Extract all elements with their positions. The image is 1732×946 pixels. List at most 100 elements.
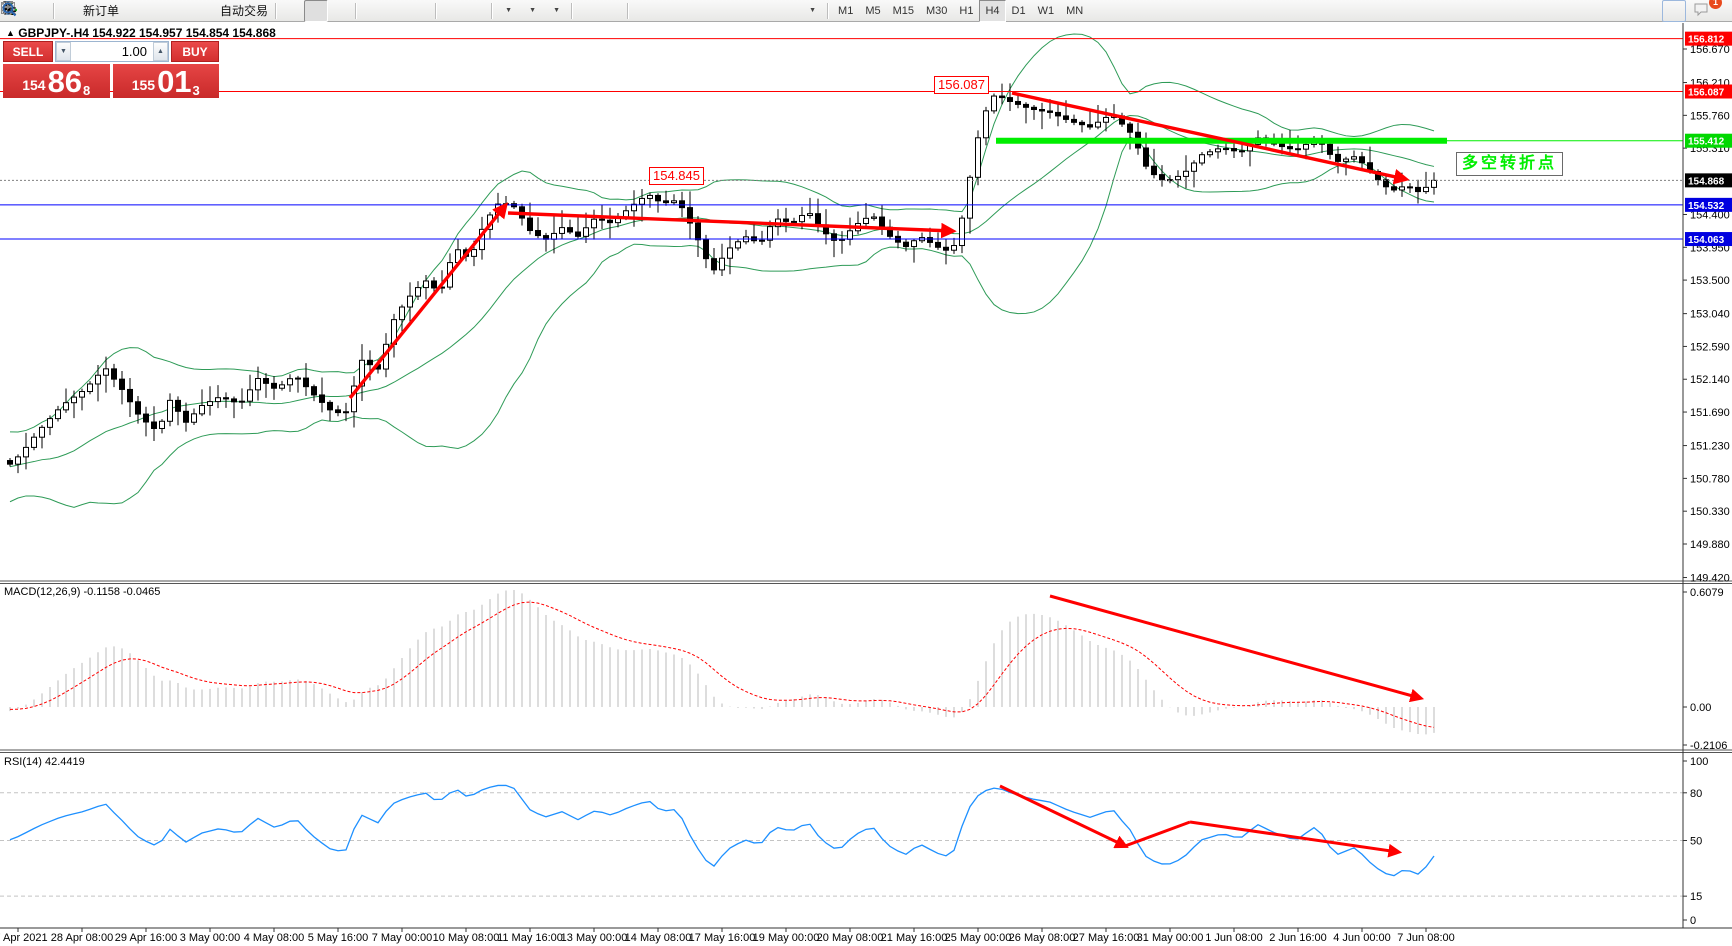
rsi-tick-label: 0 <box>1690 915 1696 927</box>
new-order-label[interactable]: 新订单 <box>83 2 119 19</box>
timeframe-W1[interactable]: W1 <box>1032 0 1061 22</box>
timeframe-M30[interactable]: M30 <box>920 0 953 22</box>
cursor-icon[interactable] <box>576 0 600 22</box>
new-indicator-icon[interactable]: ▼ <box>496 0 520 22</box>
bar-chart-icon[interactable] <box>280 0 304 22</box>
candle-body <box>1192 163 1197 171</box>
collapse-marker-icon[interactable]: ▲ <box>6 28 15 38</box>
periods-icon[interactable]: ▼ <box>520 0 544 22</box>
rsi-arrow[interactable] <box>1000 786 1125 846</box>
candle-body <box>1184 171 1189 176</box>
time-tick-label[interactable]: 19 May 00:00 <box>753 932 820 944</box>
timeframe-M1[interactable]: M1 <box>832 0 859 22</box>
text-label-icon[interactable]: T <box>776 0 800 22</box>
fibonacci-icon[interactable]: F <box>728 0 752 22</box>
time-tick-label[interactable]: 7 May 00:00 <box>372 932 433 944</box>
notifications-icon[interactable]: 1 <box>1692 0 1716 22</box>
candle-body <box>992 96 997 111</box>
sell-price[interactable]: 154868 <box>3 64 110 98</box>
candle-body <box>1392 187 1397 190</box>
time-tick-label[interactable]: 1 Jun 08:00 <box>1205 932 1263 944</box>
time-tick-label[interactable]: 5 May 16:00 <box>308 932 369 944</box>
time-tick-label[interactable]: 10 May 08:00 <box>433 932 500 944</box>
time-tick-label[interactable]: 11 May 16:00 <box>497 932 563 944</box>
trend-arrow[interactable] <box>350 206 505 398</box>
timeframe-H1[interactable]: H1 <box>953 0 979 22</box>
autoscroll-icon[interactable] <box>440 0 464 22</box>
trade-panel-price-row: 154868 155013 <box>3 64 219 98</box>
time-tick-label[interactable]: 14 May 08:00 <box>625 932 692 944</box>
chart-annotation[interactable]: 154.845 <box>649 167 704 185</box>
chart-shift-icon[interactable] <box>464 0 488 22</box>
time-tick-label[interactable]: 13 May 00:00 <box>561 932 628 944</box>
vertical-line-icon[interactable] <box>632 0 656 22</box>
time-tick-label[interactable]: 29 Apr 16:00 <box>115 932 177 944</box>
time-tick-label[interactable]: 4 Jun 00:00 <box>1333 932 1391 944</box>
chart-annotation[interactable]: 156.087 <box>934 76 989 94</box>
candle-body <box>1224 149 1229 150</box>
candlestick-chart-icon[interactable] <box>304 0 328 22</box>
chart-surface[interactable]: 156.670156.210155.760155.310154.400153.9… <box>0 0 1732 946</box>
equidistant-channel-icon[interactable]: E <box>704 0 728 22</box>
trendline-icon[interactable] <box>680 0 704 22</box>
signals-icon[interactable] <box>171 0 195 22</box>
trend-arrow[interactable] <box>508 213 952 231</box>
time-tick-label[interactable]: 3 May 00:00 <box>180 932 241 944</box>
time-tick-label[interactable]: 31 May 00:00 <box>1137 932 1204 944</box>
chart-annotation[interactable]: 多空转折点 <box>1456 152 1563 176</box>
rsi-arrow[interactable] <box>1125 822 1190 846</box>
crosshair-icon[interactable] <box>600 0 624 22</box>
autotrade-label[interactable]: 自动交易 <box>220 2 268 19</box>
chevron-down-icon: ▼ <box>809 7 816 14</box>
time-tick-label[interactable]: 25 May 00:00 <box>945 932 1012 944</box>
toolbar-separator <box>435 3 437 19</box>
time-tick-label[interactable]: 4 May 08:00 <box>244 932 305 944</box>
price-tick-label: 153.500 <box>1690 275 1730 287</box>
buy-price[interactable]: 155013 <box>113 64 220 98</box>
time-tick-label[interactable]: 2 Jun 16:00 <box>1269 932 1327 944</box>
timeframe-M5[interactable]: M5 <box>859 0 886 22</box>
volume-value[interactable]: 1.00 <box>71 42 153 61</box>
candle-body <box>152 422 157 428</box>
time-tick-label[interactable]: 20 May 08:00 <box>817 932 884 944</box>
new-order-button[interactable] <box>58 0 82 22</box>
time-tick-label[interactable]: 27 Apr 2021 <box>0 932 48 944</box>
sell-price-pip: 8 <box>83 85 90 97</box>
volume-increase-button[interactable]: ▲ <box>153 42 168 61</box>
shapes-icon[interactable]: ▼ <box>800 0 824 22</box>
horizontal-line-icon[interactable] <box>656 0 680 22</box>
time-tick-label[interactable]: 27 May 16:00 <box>1073 932 1140 944</box>
zoom-in-icon[interactable] <box>360 0 384 22</box>
gold-icon[interactable] <box>123 0 147 22</box>
time-tick-label[interactable]: 21 May 16:00 <box>881 932 948 944</box>
sell-button[interactable]: SELL <box>3 41 53 62</box>
text-icon[interactable]: A <box>752 0 776 22</box>
community-icon[interactable] <box>147 0 171 22</box>
time-tick-label[interactable]: 26 May 08:00 <box>1009 932 1076 944</box>
time-tick-label[interactable]: 17 May 16:00 <box>689 932 756 944</box>
timeframe-H4[interactable]: H4 <box>979 0 1005 22</box>
timeframe-bar: M1M5M15M30H1H4D1W1MN <box>832 0 1089 22</box>
timeframe-M15[interactable]: M15 <box>887 0 920 22</box>
toolbar-separator <box>571 3 573 19</box>
buy-button[interactable]: BUY <box>171 41 219 62</box>
time-tick-label[interactable]: 7 Jun 08:00 <box>1397 932 1455 944</box>
search-icon[interactable] <box>1662 0 1686 22</box>
timeframe-MN[interactable]: MN <box>1060 0 1089 22</box>
tile-windows-icon[interactable] <box>408 0 432 22</box>
zoom-out-icon[interactable] <box>384 0 408 22</box>
timeframe-D1[interactable]: D1 <box>1006 0 1032 22</box>
price-tick-label: 151.690 <box>1690 407 1730 419</box>
time-tick-label[interactable]: 28 Apr 08:00 <box>51 932 113 944</box>
candle-body <box>1408 187 1413 188</box>
templates-icon[interactable]: ▼ <box>544 0 568 22</box>
rsi-arrow[interactable] <box>1190 822 1398 852</box>
toolbar-separator <box>355 3 357 19</box>
autotrade-icon[interactable] <box>195 0 219 22</box>
chart-profile-icon[interactable] <box>26 0 50 22</box>
price-tick-label: 150.330 <box>1690 506 1730 518</box>
candle-body <box>280 385 285 388</box>
volume-decrease-button[interactable]: ▼ <box>56 42 71 61</box>
candle-body <box>1208 152 1213 155</box>
line-chart-icon[interactable] <box>328 0 352 22</box>
